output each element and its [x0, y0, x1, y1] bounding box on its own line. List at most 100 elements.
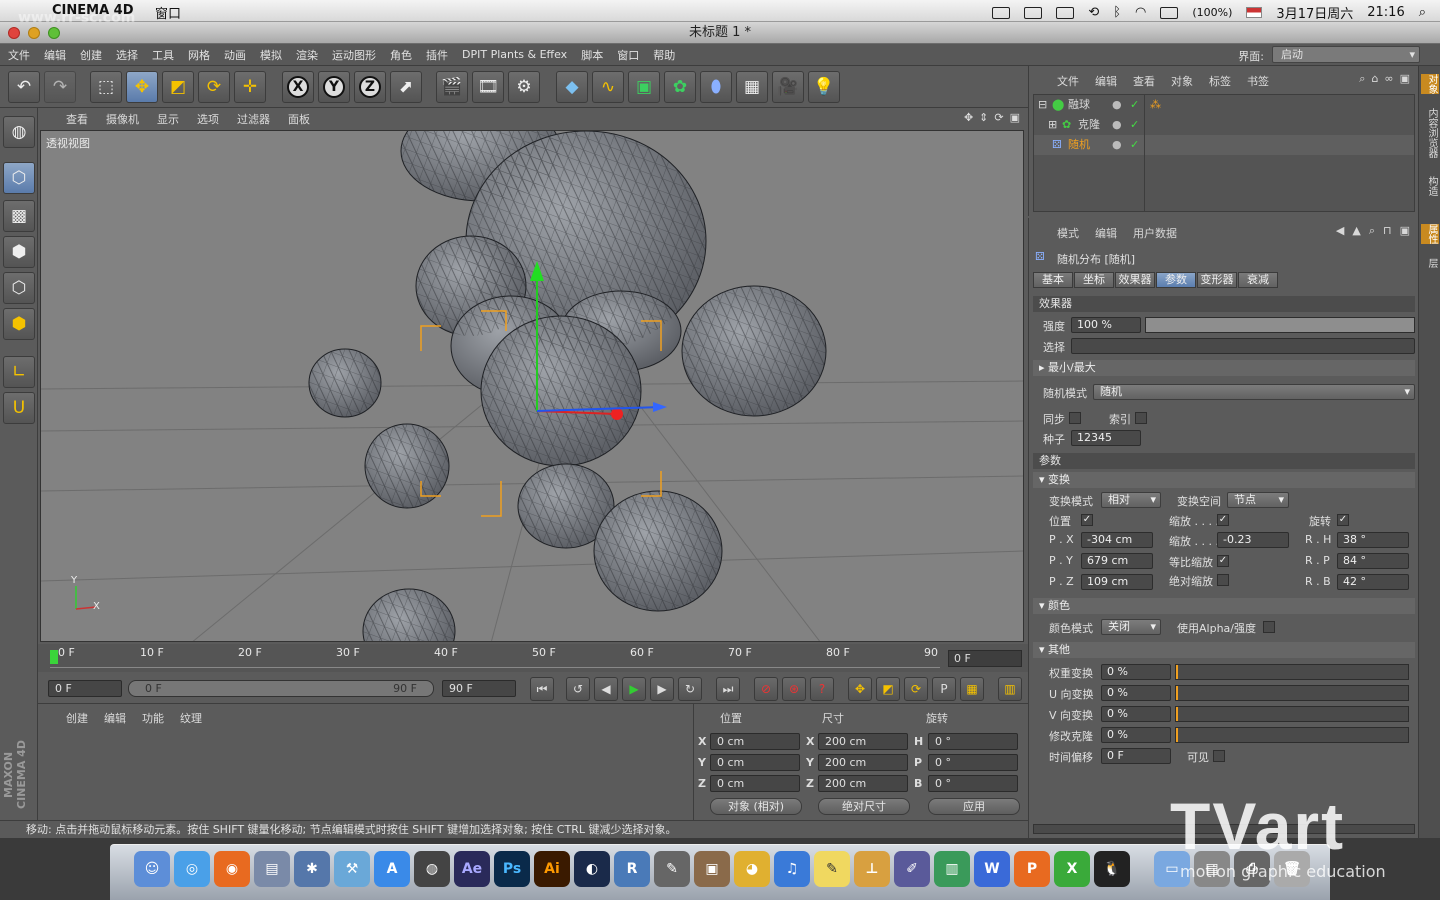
- recent-tool-button[interactable]: ✛: [234, 71, 266, 103]
- menu-plugins[interactable]: 插件: [426, 47, 448, 63]
- render-view-button[interactable]: 🎬: [436, 71, 468, 103]
- xcode-icon[interactable]: ⚒: [334, 851, 370, 887]
- spotlight-icon[interactable]: ⌕: [1419, 5, 1426, 20]
- weight-field[interactable]: 0 %: [1101, 664, 1171, 680]
- position-y-field[interactable]: 0 cm: [710, 754, 800, 771]
- rtab-attributes[interactable]: 属性: [1421, 224, 1439, 244]
- position-z-field[interactable]: 0 cm: [710, 775, 800, 792]
- back-arrow-icon[interactable]: ◀: [1336, 224, 1344, 238]
- size-y-field[interactable]: 200 cm: [818, 754, 908, 771]
- record-scale-button[interactable]: ◩: [876, 677, 900, 701]
- random-mode-dropdown[interactable]: 随机 ▾: [1093, 384, 1415, 400]
- polygons-mode-button[interactable]: ⬢: [3, 308, 35, 340]
- display-icon[interactable]: [1056, 6, 1075, 19]
- search-icon[interactable]: ⌕: [1359, 72, 1365, 86]
- illustrator-icon[interactable]: Ai: [534, 851, 570, 887]
- rb-field[interactable]: 42 °: [1337, 574, 1409, 590]
- close-window-button[interactable]: [8, 27, 20, 39]
- viewport-menu-view[interactable]: 查看: [66, 111, 88, 127]
- start-frame-field[interactable]: 0 F: [48, 680, 122, 697]
- rp-field[interactable]: 84 °: [1337, 553, 1409, 569]
- add-camera-button[interactable]: 🎥: [772, 71, 804, 103]
- viewport-menu-panel[interactable]: 面板: [288, 111, 310, 127]
- record-rotation-button[interactable]: ⟳: [904, 677, 928, 701]
- undo-button[interactable]: ↶: [8, 71, 40, 103]
- model-mode-button[interactable]: ⬡: [3, 162, 35, 194]
- redo-button[interactable]: ↷: [44, 71, 76, 103]
- selection-field[interactable]: [1071, 338, 1415, 354]
- rtab-content-browser[interactable]: 内容浏览器: [1421, 108, 1439, 158]
- clock-date[interactable]: 3月17日周六: [1276, 3, 1353, 22]
- timeline[interactable]: 0 F 10 F 20 F 30 F 40 F 50 F 60 F 70 F 8…: [38, 644, 1028, 672]
- orbit-icon[interactable]: ⟳: [994, 111, 1003, 124]
- itunes-icon[interactable]: ♫: [774, 851, 810, 887]
- go-to-start-button[interactable]: ⏮: [530, 677, 554, 701]
- tab-parameter[interactable]: 参数: [1156, 272, 1196, 288]
- home-icon[interactable]: ⌂: [1371, 72, 1378, 86]
- material-menu-edit[interactable]: 编辑: [104, 710, 126, 726]
- menu-file[interactable]: 文件: [8, 47, 30, 63]
- enabled-check-icon[interactable]: ✓: [1130, 135, 1139, 155]
- size-x-field[interactable]: 200 cm: [818, 733, 908, 750]
- rh-field[interactable]: 38 °: [1337, 532, 1409, 548]
- apply-button[interactable]: 应用: [928, 798, 1020, 815]
- color-mode-dropdown[interactable]: 关闭 ▾: [1101, 619, 1161, 635]
- material-menu-texture[interactable]: 纹理: [180, 710, 202, 726]
- tab-basic[interactable]: 基本: [1033, 272, 1073, 288]
- after-effects-icon[interactable]: Ae: [454, 851, 490, 887]
- move-tool-button[interactable]: ✥: [126, 71, 158, 103]
- pan-icon[interactable]: ✥: [964, 111, 973, 124]
- object-row[interactable]: ⚄ 随机 ● ✓: [1034, 135, 1414, 155]
- auto-key-button[interactable]: ⊛: [782, 677, 806, 701]
- enabled-check-icon[interactable]: ✓: [1130, 115, 1139, 135]
- cinema4d-icon[interactable]: ◐: [574, 851, 610, 887]
- timeoffset-field[interactable]: 0 F: [1101, 748, 1171, 764]
- prev-key-button[interactable]: ↺: [566, 677, 590, 701]
- dolly-icon[interactable]: ⇕: [979, 111, 988, 124]
- word-icon[interactable]: W: [974, 851, 1010, 887]
- metaball-tag-icon[interactable]: ⁂: [1150, 95, 1161, 115]
- add-generator-button[interactable]: ▣: [628, 71, 660, 103]
- group-transform[interactable]: ▾ 变换: [1033, 472, 1415, 488]
- use-alpha-checkbox[interactable]: [1263, 621, 1275, 633]
- v-slider[interactable]: [1175, 706, 1409, 722]
- end-frame-field[interactable]: 90 F: [442, 680, 516, 697]
- menu-dpit[interactable]: DPIT Plants & Effex: [462, 48, 567, 61]
- record-parameter-button[interactable]: P: [932, 677, 956, 701]
- playhead[interactable]: [50, 650, 58, 664]
- keyframe-selection-button[interactable]: ?: [810, 677, 834, 701]
- menu-select[interactable]: 选择: [116, 47, 138, 63]
- tree-expand-icon[interactable]: ⊞: [1048, 115, 1057, 135]
- minimize-window-button[interactable]: [28, 27, 40, 39]
- index-checkbox[interactable]: [1135, 412, 1147, 424]
- rotation-checkbox[interactable]: ✓: [1337, 514, 1349, 526]
- record-keys-button[interactable]: ⊘: [754, 677, 778, 701]
- render-settings-button[interactable]: ⚙: [508, 71, 540, 103]
- firefox-icon[interactable]: ◉: [214, 851, 250, 887]
- visible-checkbox[interactable]: [1213, 750, 1225, 762]
- group-color[interactable]: ▾ 颜色: [1033, 598, 1415, 614]
- imovie-icon[interactable]: ✱: [294, 851, 330, 887]
- obj-menu-edit[interactable]: 编辑: [1095, 73, 1117, 89]
- size-z-field[interactable]: 200 cm: [818, 775, 908, 792]
- maximize-icon[interactable]: ▣: [1010, 111, 1020, 124]
- bluetooth-icon[interactable]: ᛒ: [1113, 5, 1121, 20]
- viewport-menu-cameras[interactable]: 摄像机: [106, 111, 139, 127]
- transform-mode-dropdown[interactable]: 相对 ▾: [1101, 492, 1161, 508]
- v-field[interactable]: 0 %: [1101, 706, 1171, 722]
- search-icon[interactable]: ⌕: [1369, 224, 1375, 238]
- next-key-button[interactable]: ↻: [678, 677, 702, 701]
- tab-coords[interactable]: 坐标: [1074, 272, 1114, 288]
- coordinate-system-button[interactable]: ⬈: [390, 71, 422, 103]
- wifi-icon[interactable]: ◠: [1135, 5, 1146, 20]
- obj-menu-view[interactable]: 查看: [1133, 73, 1155, 89]
- qq-icon[interactable]: 🐧: [1094, 851, 1130, 887]
- texture-mode-button[interactable]: ▩: [3, 200, 35, 232]
- camera-icon[interactable]: [992, 6, 1011, 19]
- timeline-ruler[interactable]: 0 F 10 F 20 F 30 F 40 F 50 F 60 F 70 F 8…: [50, 646, 940, 668]
- menu-mograph[interactable]: 运动图形: [332, 47, 376, 63]
- link-icon[interactable]: ∞: [1384, 72, 1393, 86]
- px-field[interactable]: -304 cm: [1081, 532, 1153, 548]
- add-deformer-button[interactable]: ⬮: [700, 71, 732, 103]
- scale-checkbox[interactable]: ✓: [1217, 514, 1229, 526]
